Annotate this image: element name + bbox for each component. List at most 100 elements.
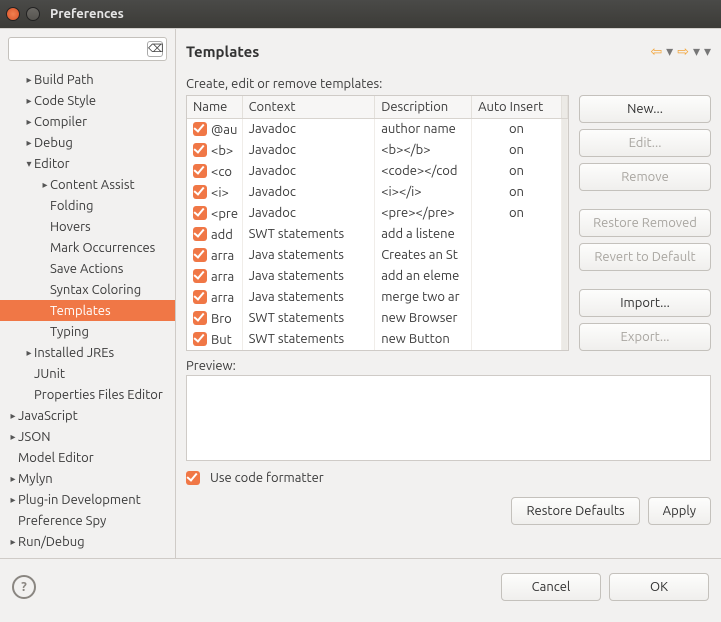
disclosure-arrow-icon[interactable]: ▸	[8, 473, 18, 485]
tree-item-build-path[interactable]: ▸Build Path	[0, 69, 175, 90]
preferences-tree[interactable]: ▸Build Path▸Code Style▸Compiler▸Debug▾Ed…	[0, 67, 175, 558]
table-row[interactable]: <i>Javadoc<i></i>on	[187, 182, 568, 203]
table-scrollbar[interactable]	[561, 119, 567, 140]
tree-item-save-actions[interactable]: Save Actions	[0, 258, 175, 279]
template-enabled-checkbox[interactable]	[193, 290, 207, 304]
window-minimize-button[interactable]	[26, 7, 40, 21]
tree-item-plug-in-development[interactable]: ▸Plug-in Development	[0, 489, 175, 510]
template-enabled-checkbox[interactable]	[193, 185, 207, 199]
window-close-button[interactable]	[6, 7, 20, 21]
table-row[interactable]: ButSWT statementsnew Button	[187, 329, 568, 350]
table-row[interactable]: <preJavadoc<pre></pre>on	[187, 203, 568, 224]
table-scrollbar[interactable]	[561, 161, 567, 182]
template-enabled-checkbox[interactable]	[193, 122, 207, 136]
template-context: SWT statements	[242, 224, 375, 245]
tree-item-json[interactable]: ▸JSON	[0, 426, 175, 447]
col-autoinsert[interactable]: Auto Insert	[472, 96, 562, 119]
ok-button[interactable]: OK	[609, 573, 709, 601]
table-row[interactable]: <b>Javadoc<b></b>on	[187, 140, 568, 161]
templates-table[interactable]: Name Context Description Auto Insert @au…	[186, 95, 569, 351]
table-scrollbar[interactable]	[561, 266, 567, 287]
restore-defaults-button[interactable]: Restore Defaults	[511, 497, 639, 525]
template-enabled-checkbox[interactable]	[193, 206, 207, 220]
disclosure-arrow-icon[interactable]: ▸	[24, 347, 34, 359]
col-context[interactable]: Context	[242, 96, 375, 119]
tree-item-mylyn[interactable]: ▸Mylyn	[0, 468, 175, 489]
tree-item-folding[interactable]: Folding	[0, 195, 175, 216]
disclosure-arrow-icon[interactable]: ▸	[24, 74, 34, 86]
clear-search-icon[interactable]: ⌫	[147, 41, 163, 57]
tree-item-junit[interactable]: JUnit	[0, 363, 175, 384]
tree-item-templates[interactable]: Templates	[0, 300, 175, 321]
tree-item-hovers[interactable]: Hovers	[0, 216, 175, 237]
table-scrollbar[interactable]	[561, 203, 567, 224]
tree-item-typing[interactable]: Typing	[0, 321, 175, 342]
table-row[interactable]: @auJavadocauthor nameon	[187, 119, 568, 140]
disclosure-arrow-icon[interactable]: ▸	[8, 536, 18, 548]
import-button[interactable]: Import...	[579, 289, 711, 317]
table-row[interactable]: BroSWT statementsnew Browser	[187, 308, 568, 329]
tree-item-preference-spy[interactable]: Preference Spy	[0, 510, 175, 531]
template-enabled-checkbox[interactable]	[193, 143, 207, 157]
disclosure-arrow-icon[interactable]: ▾	[24, 158, 34, 170]
table-scrollbar[interactable]	[561, 329, 567, 350]
disclosure-arrow-icon[interactable]: ▸	[24, 116, 34, 128]
export-button[interactable]: Export...	[579, 323, 711, 351]
template-enabled-checkbox[interactable]	[193, 269, 207, 283]
template-enabled-checkbox[interactable]	[193, 164, 207, 178]
new-button[interactable]: New...	[579, 95, 711, 123]
tree-item-syntax-coloring[interactable]: Syntax Coloring	[0, 279, 175, 300]
disclosure-arrow-icon[interactable]: ▸	[40, 179, 50, 191]
use-code-formatter-checkbox[interactable]	[186, 471, 200, 485]
tree-item-properties-files-editor[interactable]: Properties Files Editor	[0, 384, 175, 405]
table-row[interactable]: arraJava statementsadd an eleme	[187, 266, 568, 287]
tree-item-content-assist[interactable]: ▸Content Assist	[0, 174, 175, 195]
help-icon[interactable]: ?	[12, 575, 36, 599]
remove-button[interactable]: Remove	[579, 163, 711, 191]
nav-back-menu-icon[interactable]: ▾	[666, 44, 673, 58]
table-scrollbar[interactable]	[561, 308, 567, 329]
nav-back-icon[interactable]: ⇦	[650, 44, 662, 58]
disclosure-arrow-icon[interactable]: ▸	[24, 137, 34, 149]
revert-default-button[interactable]: Revert to Default	[579, 243, 711, 271]
tree-item-run-debug[interactable]: ▸Run/Debug	[0, 531, 175, 552]
tree-item-compiler[interactable]: ▸Compiler	[0, 111, 175, 132]
template-autoinsert	[472, 266, 562, 287]
table-scrollbar[interactable]	[561, 224, 567, 245]
tree-item-javascript[interactable]: ▸JavaScript	[0, 405, 175, 426]
disclosure-arrow-icon[interactable]: ▸	[8, 494, 18, 506]
template-enabled-checkbox[interactable]	[193, 227, 207, 241]
tree-item-mark-occurrences[interactable]: Mark Occurrences	[0, 237, 175, 258]
table-scrollbar[interactable]	[561, 182, 567, 203]
nav-forward-icon[interactable]: ⇨	[677, 44, 689, 58]
table-row[interactable]: addSWT statementsadd a listene	[187, 224, 568, 245]
apply-button[interactable]: Apply	[648, 497, 711, 525]
table-row[interactable]: <coJavadoc<code></codon	[187, 161, 568, 182]
template-enabled-checkbox[interactable]	[193, 248, 207, 262]
table-scrollbar[interactable]	[561, 140, 567, 161]
restore-removed-button[interactable]: Restore Removed	[579, 209, 711, 237]
nav-forward-menu-icon[interactable]: ▾	[693, 44, 700, 58]
table-scrollbar[interactable]	[561, 245, 567, 266]
tree-item-model-editor[interactable]: Model Editor	[0, 447, 175, 468]
template-enabled-checkbox[interactable]	[193, 311, 207, 325]
filter-search-input[interactable]	[13, 41, 148, 57]
tree-item-editor[interactable]: ▾Editor	[0, 153, 175, 174]
table-scrollbar[interactable]	[561, 287, 567, 308]
table-row[interactable]: arraJava statementsmerge two ar	[187, 287, 568, 308]
tree-item-installed-jres[interactable]: ▸Installed JREs	[0, 342, 175, 363]
cancel-button[interactable]: Cancel	[501, 573, 601, 601]
table-row[interactable]: arraJava statementsCreates an St	[187, 245, 568, 266]
col-name[interactable]: Name	[187, 96, 242, 119]
disclosure-arrow-icon[interactable]: ▸	[24, 95, 34, 107]
tree-item-debug[interactable]: ▸Debug	[0, 132, 175, 153]
table-scrollbar[interactable]	[561, 96, 567, 119]
disclosure-arrow-icon[interactable]: ▸	[8, 410, 18, 422]
filter-search[interactable]: ⌫	[8, 37, 167, 61]
edit-button[interactable]: Edit...	[579, 129, 711, 157]
template-enabled-checkbox[interactable]	[193, 332, 207, 346]
tree-item-code-style[interactable]: ▸Code Style	[0, 90, 175, 111]
nav-menu-icon[interactable]: ▾	[704, 44, 711, 58]
disclosure-arrow-icon[interactable]: ▸	[8, 431, 18, 443]
col-description[interactable]: Description	[375, 96, 472, 119]
